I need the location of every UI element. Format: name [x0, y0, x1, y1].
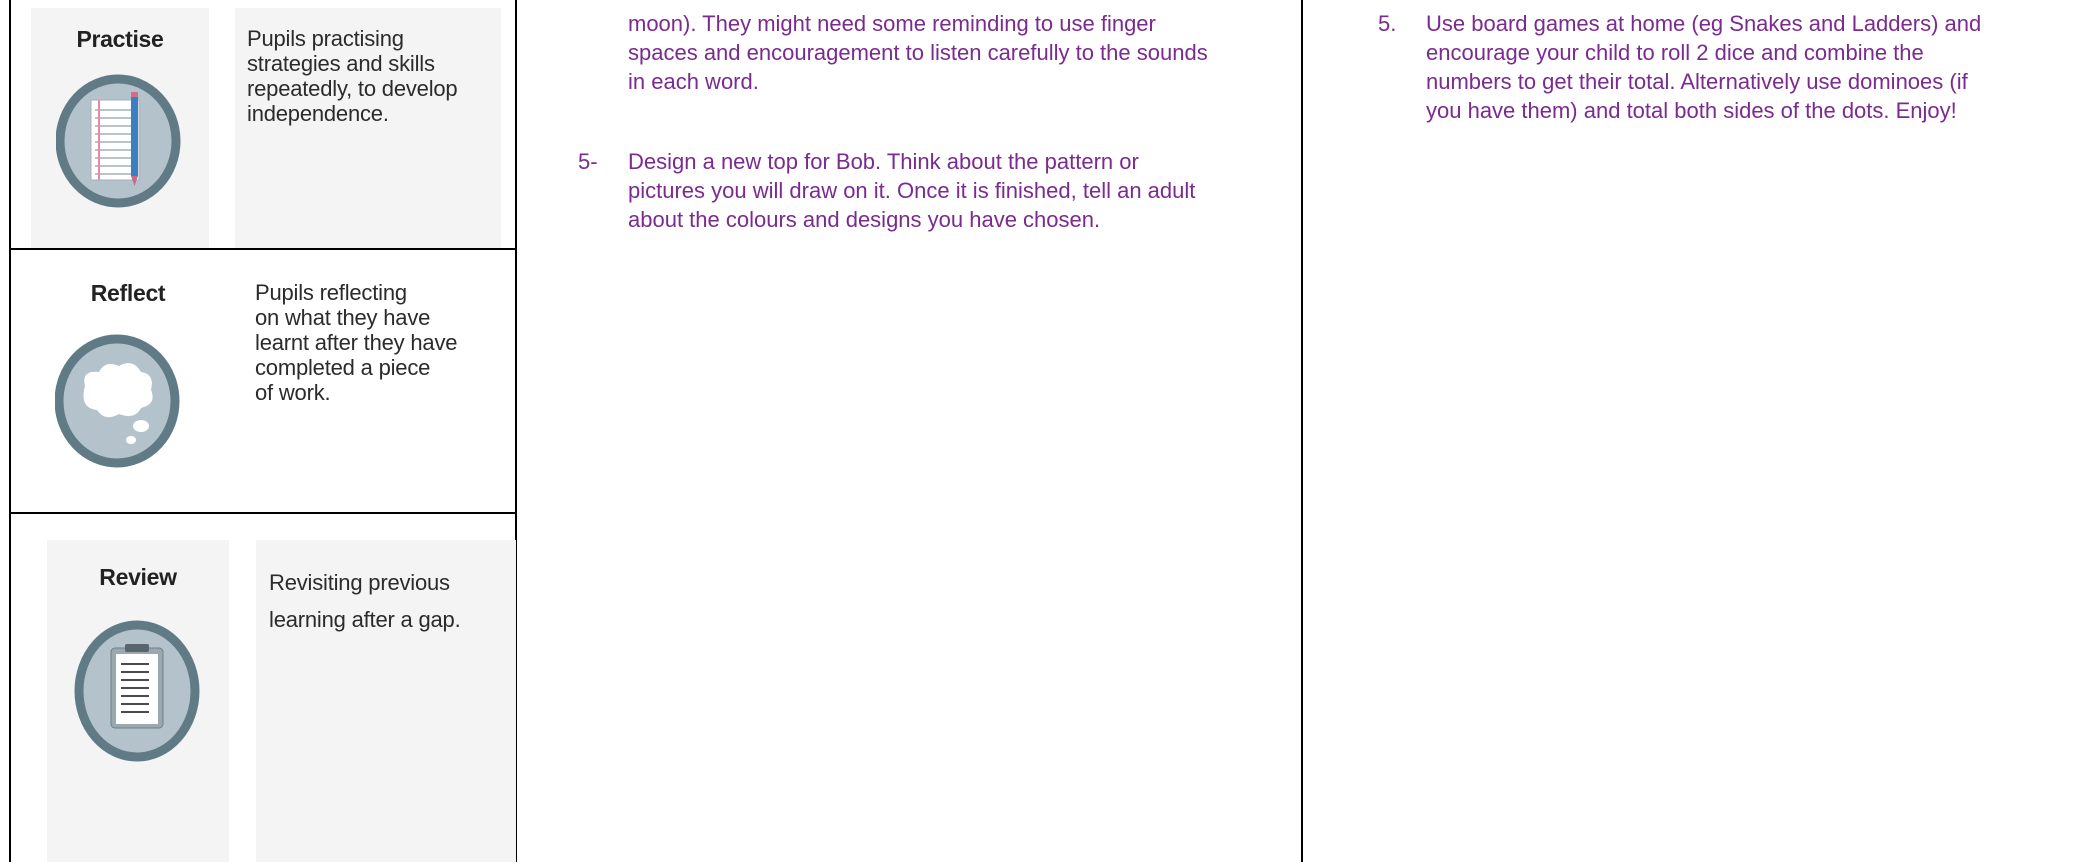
- list-item-text: Design a new top for Bob. Think about th…: [628, 147, 1288, 234]
- row-description: Pupils reflecting on what they have lear…: [255, 280, 517, 405]
- list-marker: 5.: [1378, 11, 1397, 36]
- thought-bubble-icon: [54, 334, 180, 474]
- description-line: learning after a gap.: [269, 607, 461, 632]
- list-marker: 5-: [578, 149, 598, 174]
- text-line: pictures you will draw on it. Once it is…: [628, 178, 1196, 203]
- description-line: learnt after they have: [255, 330, 458, 355]
- description-line: independence.: [247, 101, 389, 126]
- middle-column-continued-text: moon). They might need some reminding to…: [628, 9, 1288, 96]
- row-title: Review: [99, 564, 177, 590]
- table-row-reflect: Reflect Pupils reflecting on what they h…: [11, 250, 515, 512]
- table-row-practise: Practise Pupils practising strategies an…: [11, 0, 515, 248]
- row-title: Reflect: [90, 280, 166, 306]
- description-line: Pupils practising: [247, 26, 404, 51]
- description-line: completed a piece: [255, 355, 431, 380]
- list-item-text: Use board games at home (eg Snakes and L…: [1426, 9, 2078, 125]
- text-line: Use board games at home (eg Snakes and L…: [1426, 11, 1982, 36]
- table-row-review: Review Revisiting previous learning afte…: [11, 514, 517, 862]
- text-line: encourage your child to roll 2 dice and …: [1426, 40, 1924, 65]
- text-line: Design a new top for Bob. Think about th…: [628, 149, 1139, 174]
- description-line: strategies and skills: [247, 51, 435, 76]
- text-line: in each word.: [628, 69, 759, 94]
- row-title: Practise: [76, 26, 164, 52]
- description-line: of work.: [255, 380, 331, 405]
- description-line: Revisiting previous: [269, 570, 450, 595]
- description-line: on what they have: [255, 305, 431, 330]
- clipboard-icon: [73, 618, 201, 769]
- text-line: about the colours and designs you have c…: [628, 207, 1101, 232]
- text-line: spaces and encouragement to listen caref…: [628, 40, 1208, 65]
- row-description: Revisiting previous learning after a gap…: [269, 564, 517, 638]
- description-line: repeatedly, to develop: [247, 76, 458, 101]
- text-line: moon). They might need some reminding to…: [628, 11, 1156, 36]
- learning-behaviours-table: Practise Pupils practising strategies an…: [9, 0, 517, 862]
- row-description: Pupils practising strategies and skills …: [247, 26, 497, 126]
- column-divider: [1301, 0, 1303, 862]
- text-line: numbers to get their total. Alternativel…: [1426, 69, 1968, 94]
- pencil-icon: [55, 74, 181, 214]
- description-line: Pupils reflecting: [255, 280, 407, 305]
- text-line: you have them) and total both sides of t…: [1426, 98, 1957, 123]
